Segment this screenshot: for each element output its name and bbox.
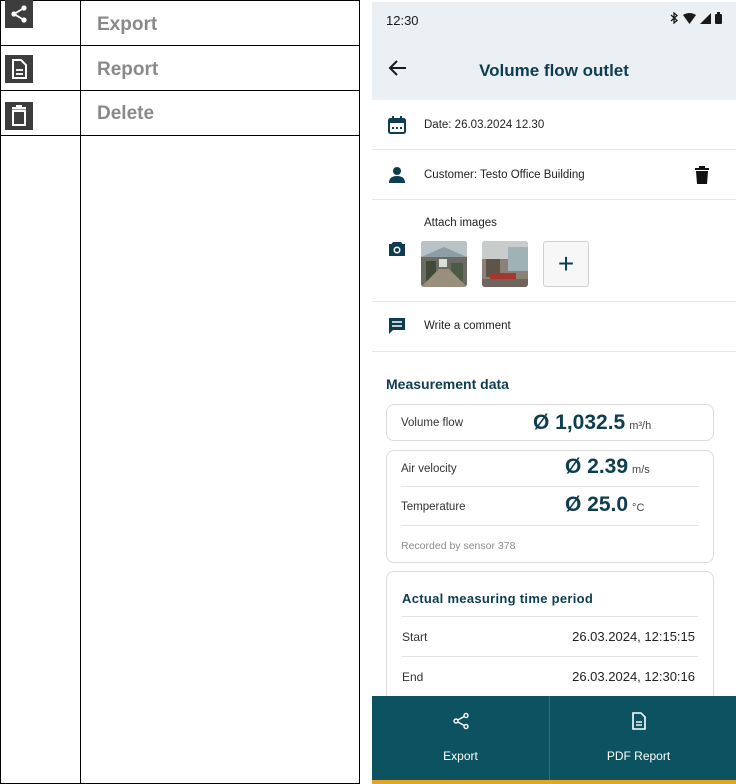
table-row-divider <box>0 135 360 136</box>
wifi-icon <box>683 12 696 24</box>
battery-icon <box>715 12 722 24</box>
table-border-top <box>0 0 360 1</box>
image-thumbnail[interactable] <box>421 241 467 287</box>
card-divider <box>402 656 698 657</box>
period-start-value: 26.03.2024, 12:15:15 <box>572 629 695 644</box>
app-header: 12:30 Volume flow outlet <box>372 2 736 100</box>
bluetooth-icon <box>670 12 678 24</box>
comment-icon <box>389 318 405 334</box>
share-icon <box>452 712 469 730</box>
share-icon <box>5 0 33 28</box>
comment-row[interactable]: Write a comment <box>372 302 736 352</box>
table-border-left <box>0 0 1 784</box>
image-thumbnail[interactable] <box>482 241 528 287</box>
volume-flow-value: Ø 1,032.5 m³/h <box>533 411 652 434</box>
measuring-period-card: Actual measuring time period Start 26.03… <box>386 571 714 711</box>
table-row-divider <box>0 45 360 46</box>
volume-flow-card: Volume flow Ø 1,032.5 m³/h <box>386 404 714 441</box>
air-velocity-value: Ø 2.39 m/s <box>565 455 650 478</box>
status-bar: 12:30 <box>386 10 722 30</box>
sensor-values-card: Air velocity Ø 2.39 m/s Temperature Ø 25.… <box>386 450 714 563</box>
measurement-data-heading: Measurement data <box>386 376 509 392</box>
table-label-export: Export <box>97 14 158 35</box>
date-text: Date: 26.03.2024 12.30 <box>424 119 545 131</box>
card-divider <box>401 525 699 526</box>
table-label-delete: Delete <box>97 103 155 124</box>
air-velocity-label: Air velocity <box>401 463 457 475</box>
pdf-report-button-label: PDF Report <box>606 749 671 763</box>
calendar-icon <box>388 116 406 134</box>
bottom-action-bar: Export PDF Report <box>372 696 736 784</box>
volume-flow-label: Volume flow <box>401 417 464 429</box>
delete-customer-trash-icon[interactable] <box>695 166 709 184</box>
table-border-right <box>359 0 360 784</box>
bottom-accent-strip <box>372 780 736 784</box>
pdf-report-button[interactable]: PDF Report <box>550 696 727 784</box>
export-button-label: Export <box>443 749 478 763</box>
customer-text: Customer: Testo Office Building <box>424 169 585 181</box>
card-divider <box>402 616 698 617</box>
camera-icon[interactable] <box>388 241 406 257</box>
sensor-note: Recorded by sensor 378 <box>401 540 516 552</box>
card-divider <box>401 486 699 487</box>
table-column-divider <box>80 0 81 784</box>
customer-row[interactable]: Customer: Testo Office Building <box>372 150 736 200</box>
attach-images-label: Attach images <box>424 217 497 229</box>
manual-table: Export Report Delete <box>0 0 360 784</box>
temperature-label: Temperature <box>401 501 466 513</box>
comment-placeholder: Write a comment <box>424 320 511 332</box>
measuring-period-heading: Actual measuring time period <box>402 591 594 606</box>
trash-icon <box>5 102 33 130</box>
date-row[interactable]: Date: 26.03.2024 12.30 <box>372 100 736 150</box>
person-icon <box>389 167 405 183</box>
status-icons <box>670 12 722 24</box>
period-start-label: Start <box>402 630 428 644</box>
table-row-divider <box>0 90 360 91</box>
document-icon <box>631 712 646 730</box>
period-end-value: 26.03.2024, 12:30:16 <box>572 669 695 684</box>
add-image-button[interactable]: + <box>543 241 589 287</box>
document-icon <box>5 55 33 83</box>
export-button[interactable]: Export <box>372 696 549 784</box>
phone-screen: 12:30 Volume flow outlet Date: 26.03.202… <box>372 2 736 784</box>
signal-icon <box>700 12 711 24</box>
status-time: 12:30 <box>386 13 419 28</box>
temperature-value: Ø 25.0 °C <box>565 493 645 516</box>
table-label-report: Report <box>97 59 159 80</box>
page-title: Volume flow outlet <box>479 61 629 80</box>
period-end-label: End <box>402 670 424 684</box>
